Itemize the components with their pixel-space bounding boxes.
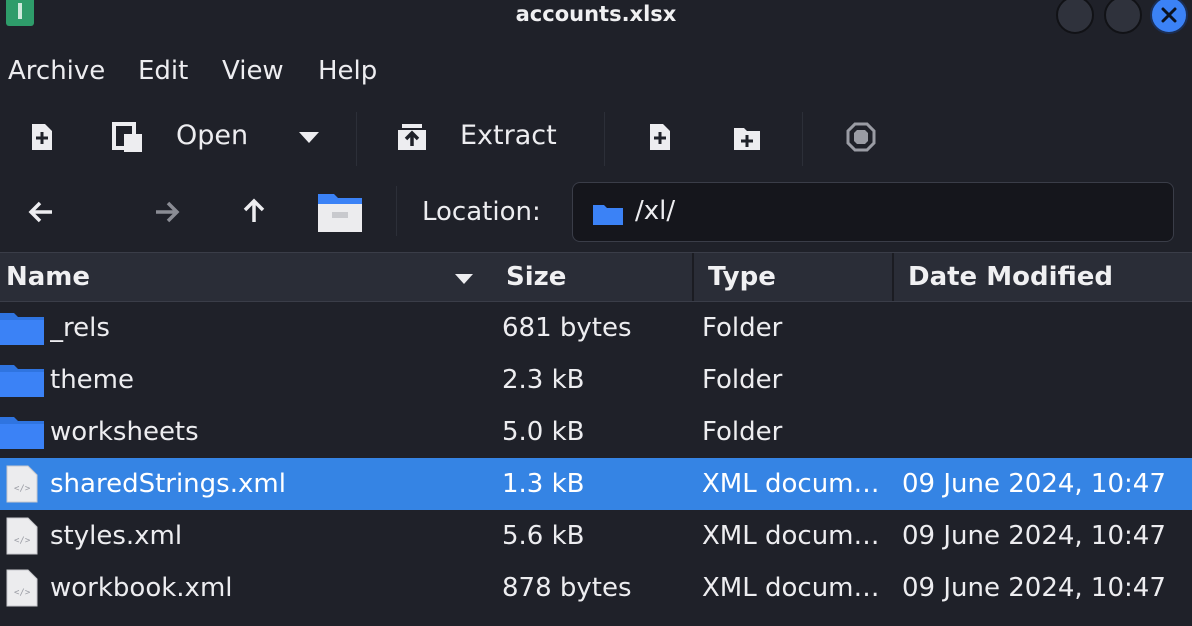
- table-row[interactable]: </> workbook.xml 878 bytes XML docum… 09…: [0, 562, 1192, 614]
- window-title: accounts.xlsx: [515, 2, 677, 26]
- row-date: 09 June 2024, 10:47: [902, 573, 1166, 603]
- svg-text:</>: </>: [14, 536, 31, 546]
- menu-help[interactable]: Help: [318, 56, 377, 86]
- row-size: 878 bytes: [502, 573, 632, 603]
- menu-view[interactable]: View: [222, 56, 284, 86]
- sort-descending-icon: [455, 274, 473, 284]
- row-name: worksheets: [50, 417, 199, 447]
- open-document-icon: [112, 122, 142, 152]
- column-header-size[interactable]: Size: [492, 253, 692, 301]
- column-header-name-label: Name: [6, 262, 91, 292]
- toolbar-separator: [356, 112, 357, 166]
- toolbar-separator: [802, 112, 803, 166]
- folder-icon: [0, 313, 44, 345]
- folder-home-icon: [318, 194, 362, 232]
- folder-icon: [0, 417, 44, 449]
- column-header-date-modified[interactable]: Date Modified: [892, 253, 1192, 301]
- row-type: Folder: [702, 417, 783, 447]
- location-label: Location:: [422, 197, 541, 227]
- svg-text:</>: </>: [14, 484, 31, 494]
- row-name: styles.xml: [50, 521, 183, 551]
- row-date: [902, 354, 1188, 406]
- column-header-name[interactable]: Name: [0, 253, 492, 301]
- extract-label[interactable]: Extract: [460, 120, 557, 151]
- back-button[interactable]: [28, 200, 54, 228]
- navigation-bar: Location: /xl/: [0, 180, 1192, 246]
- file-list: Name Size Type Date Modified _rels 681 b…: [0, 252, 1192, 626]
- table-row-selected[interactable]: </> sharedStrings.xml 1.3 kB XML docum… …: [0, 458, 1192, 510]
- open-archive-button[interactable]: [112, 122, 144, 158]
- row-type: Folder: [702, 365, 783, 395]
- menu-bar: Archive Edit View Help: [0, 52, 1192, 96]
- title-bar: accounts.xlsx: [0, 0, 1192, 50]
- new-document-icon: [32, 124, 52, 150]
- arrow-left-icon: [28, 201, 52, 223]
- close-button[interactable]: [1150, 0, 1188, 34]
- extract-icon: [398, 124, 426, 150]
- add-folder-icon: [734, 128, 760, 150]
- minimize-button[interactable]: [1056, 0, 1094, 34]
- row-type: XML docum…: [702, 521, 880, 551]
- folder-icon: [593, 205, 623, 225]
- table-header: Name Size Type Date Modified: [0, 252, 1192, 302]
- row-size: 5.0 kB: [502, 417, 585, 447]
- location-path: /xl/: [635, 196, 676, 226]
- row-type: XML docum…: [702, 573, 880, 603]
- up-button[interactable]: [242, 198, 266, 228]
- row-name: workbook.xml: [50, 573, 233, 603]
- table-row[interactable]: theme 2.3 kB Folder: [0, 354, 1192, 406]
- xml-file-icon: </>: [6, 569, 38, 607]
- open-label[interactable]: Open: [176, 120, 248, 151]
- nav-separator: [396, 186, 397, 236]
- add-files-button[interactable]: [648, 122, 672, 156]
- column-header-date-label: Date Modified: [908, 262, 1114, 292]
- add-folder-button[interactable]: [732, 122, 762, 156]
- new-archive-button[interactable]: [30, 122, 54, 156]
- row-type: Folder: [702, 313, 783, 343]
- table-row[interactable]: worksheets 5.0 kB Folder: [0, 406, 1192, 458]
- row-name: _rels: [50, 313, 110, 343]
- column-header-type[interactable]: Type: [692, 253, 892, 301]
- row-date: [902, 302, 1188, 354]
- add-file-icon: [650, 124, 670, 150]
- toolbar-separator: [604, 112, 605, 166]
- extract-icon-button[interactable]: [396, 122, 428, 156]
- location-field[interactable]: /xl/: [572, 182, 1174, 242]
- folder-icon: [0, 365, 44, 397]
- open-dropdown-button[interactable]: [298, 130, 320, 149]
- arrow-right-icon: [156, 201, 180, 223]
- row-name: theme: [50, 365, 134, 395]
- menu-edit[interactable]: Edit: [138, 56, 188, 86]
- row-size: 1.3 kB: [502, 469, 585, 499]
- forward-button[interactable]: [154, 200, 180, 228]
- row-size: 2.3 kB: [502, 365, 585, 395]
- row-size: 5.6 kB: [502, 521, 585, 551]
- arrow-up-icon: [243, 198, 265, 222]
- toolbar: Open Extract: [0, 106, 1192, 170]
- xml-file-icon: </>: [6, 465, 38, 503]
- stop-button[interactable]: [846, 122, 876, 156]
- row-date: 09 June 2024, 10:47: [902, 521, 1166, 551]
- column-header-type-label: Type: [708, 262, 776, 292]
- stop-icon: [846, 122, 876, 152]
- menu-archive[interactable]: Archive: [8, 56, 105, 86]
- svg-text:</>: </>: [14, 588, 31, 598]
- chevron-down-icon: [299, 132, 319, 143]
- xml-file-icon: </>: [6, 517, 38, 555]
- row-date: [902, 406, 1188, 458]
- table-row[interactable]: </> styles.xml 5.6 kB XML docum… 09 June…: [0, 510, 1192, 562]
- maximize-button[interactable]: [1104, 0, 1142, 34]
- row-size: 681 bytes: [502, 313, 632, 343]
- table-row[interactable]: _rels 681 bytes Folder: [0, 302, 1192, 354]
- row-name: sharedStrings.xml: [50, 469, 286, 499]
- row-type: XML docum…: [702, 469, 880, 499]
- home-location-button[interactable]: [316, 190, 364, 238]
- row-date: 09 June 2024, 10:47: [902, 469, 1166, 499]
- column-header-size-label: Size: [506, 262, 567, 292]
- close-icon: [1161, 7, 1177, 23]
